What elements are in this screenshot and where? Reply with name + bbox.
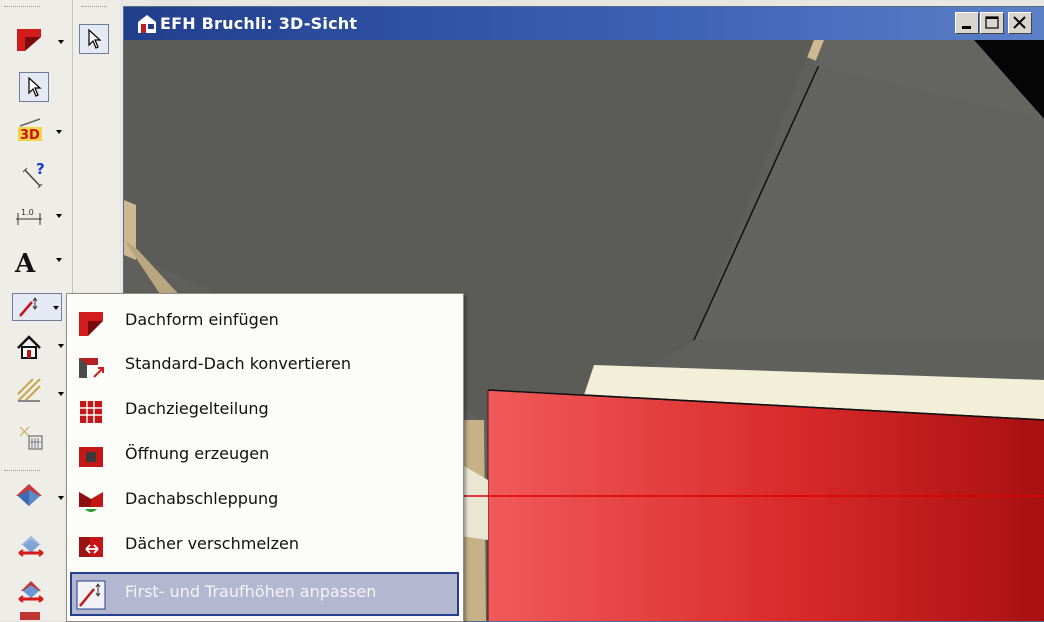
house-3d-app-icon xyxy=(138,15,156,33)
toolbar-grip[interactable] xyxy=(4,6,40,9)
menu-item-dachform-einfuegen[interactable]: Dachform einfügen xyxy=(70,300,459,344)
maximize-icon xyxy=(985,16,999,29)
roof-opening-icon xyxy=(79,447,103,467)
chevron-down-icon[interactable] xyxy=(58,392,64,396)
menu-item-first-und-traufhoehen-anpassen[interactable]: First- und Traufhöhen anpassen xyxy=(70,572,459,616)
roof-merge-icon xyxy=(79,537,103,557)
roof-c-button[interactable] xyxy=(16,576,46,606)
chevron-down-icon[interactable] xyxy=(58,496,64,500)
menu-item-daecher-verschmelzen[interactable]: Dächer verschmelzen xyxy=(70,524,459,568)
stair-button[interactable] xyxy=(14,375,44,405)
menu-item-label: Dachabschleppung xyxy=(125,489,279,508)
toolbar-grip[interactable] xyxy=(4,470,40,473)
text-icon: A xyxy=(14,249,36,275)
svg-text:1.0: 1.0 xyxy=(21,208,34,217)
svg-text:3D: 3D xyxy=(20,128,40,143)
menu-item-label: Dachform einfügen xyxy=(125,310,279,329)
house-button[interactable] xyxy=(14,333,44,363)
roof-merge-house-icon xyxy=(18,536,44,557)
window-grid-icon xyxy=(19,426,43,450)
chevron-down-icon[interactable] xyxy=(58,40,64,44)
roof-drag-icon xyxy=(79,492,103,512)
maximize-button[interactable] xyxy=(980,12,1004,34)
chevron-down-icon[interactable] xyxy=(56,214,62,218)
roof-a-button[interactable] xyxy=(14,480,44,510)
roof-height-tool-button[interactable] xyxy=(12,293,62,321)
pointer-select-button[interactable] xyxy=(19,72,49,102)
menu-item-dachabschleppung[interactable]: Dachabschleppung xyxy=(70,479,459,523)
dimension-button[interactable]: 1.0 xyxy=(14,201,44,231)
close-button[interactable] xyxy=(1008,12,1032,34)
window-title: EFH Bruchli: 3D-Sicht xyxy=(160,14,358,33)
cursor-arrow-icon xyxy=(88,28,102,49)
measure-help-icon: ? xyxy=(22,160,45,189)
chevron-down-icon[interactable] xyxy=(53,306,59,310)
3d-view-button[interactable]: 3D xyxy=(16,116,46,146)
menu-item-label: Standard-Dach konvertieren xyxy=(125,354,351,373)
roof-house-icon xyxy=(16,484,42,506)
roof-form-icon xyxy=(79,312,103,336)
pointer-select-button-2[interactable] xyxy=(79,24,109,54)
ridge-eave-height-icon xyxy=(76,580,106,610)
roof-height-icon xyxy=(19,297,38,317)
chevron-down-icon[interactable] xyxy=(58,344,64,348)
dimension-icon: 1.0 xyxy=(16,208,42,225)
menu-item-dachziegelteilung[interactable]: Dachziegelteilung xyxy=(70,389,459,433)
minimize-button[interactable] xyxy=(955,12,979,34)
cursor-arrow-icon xyxy=(28,76,42,97)
stair-icon xyxy=(17,378,41,402)
chevron-down-icon[interactable] xyxy=(56,258,62,262)
roof-b-button[interactable] xyxy=(16,530,46,560)
svg-text:A: A xyxy=(14,249,36,275)
roof-tools-dropdown-menu: Dachform einfügen Standard-Dach konverti… xyxy=(66,293,464,622)
menu-item-standard-dach-konvertieren[interactable]: Standard-Dach konvertieren xyxy=(70,344,459,388)
menu-item-label: First- und Traufhöhen anpassen xyxy=(125,582,377,601)
roof-tiles-icon xyxy=(80,401,102,423)
3d-icon: 3D xyxy=(18,118,42,143)
main-toolbar: 3D ? 1.0 A xyxy=(0,0,73,620)
window-title-bar[interactable]: EFH Bruchli: 3D-Sicht xyxy=(124,7,1044,40)
menu-item-label: Dachziegelteilung xyxy=(125,399,269,418)
measure-help-button[interactable]: ? xyxy=(20,160,50,190)
roof-icon xyxy=(17,29,41,51)
chevron-down-icon[interactable] xyxy=(56,130,62,134)
close-icon xyxy=(1013,16,1026,29)
svg-text:?: ? xyxy=(36,160,45,178)
roof-convert-icon xyxy=(79,358,104,378)
roof-split-house-icon xyxy=(18,581,44,603)
text-button[interactable]: A xyxy=(12,246,42,276)
toolbar-grip[interactable] xyxy=(81,6,107,9)
minimize-icon xyxy=(962,26,971,29)
house-icon xyxy=(17,335,41,359)
window-element-button[interactable] xyxy=(16,423,46,453)
menu-item-oeffnung-erzeugen[interactable]: Öffnung erzeugen xyxy=(70,434,459,478)
menu-item-label: Dächer verschmelzen xyxy=(125,534,299,553)
roof-tool-button[interactable] xyxy=(14,24,44,54)
menu-item-label: Öffnung erzeugen xyxy=(125,444,270,463)
roof-d-button[interactable] xyxy=(20,612,40,620)
